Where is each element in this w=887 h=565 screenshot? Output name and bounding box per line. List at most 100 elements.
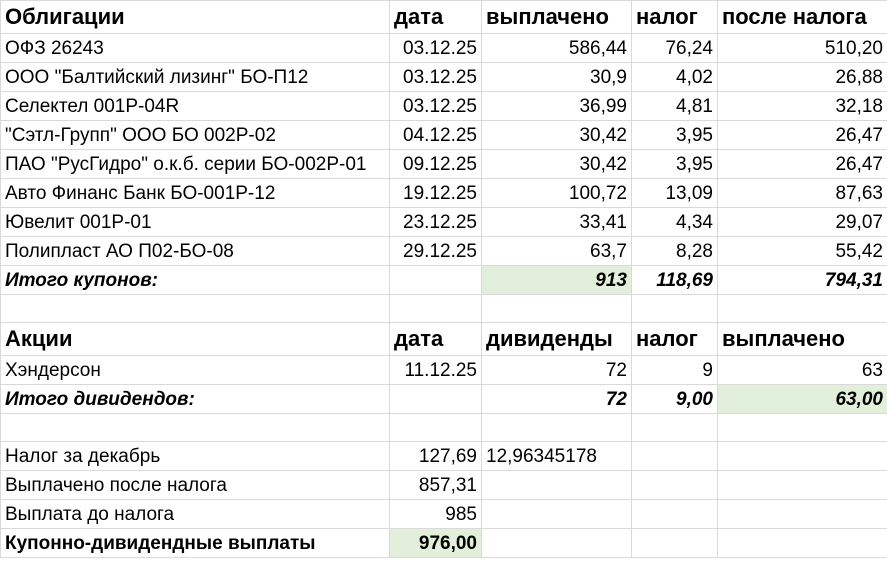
empty-cell[interactable] [631, 499, 718, 529]
bond-paid-cell[interactable]: 33,41 [481, 207, 632, 237]
bond-paid-cell[interactable]: 30,42 [481, 149, 632, 179]
bond-after-tax-cell[interactable]: 26,47 [717, 120, 887, 150]
bond-after-tax-cell[interactable]: 32,18 [717, 91, 887, 121]
bond-tax-cell[interactable]: 8,28 [631, 236, 718, 266]
empty-cell[interactable] [717, 441, 887, 471]
bond-date-cell[interactable]: 03.12.25 [389, 91, 482, 121]
spreadsheet: Облигации дата выплачено налог после нал… [0, 0, 887, 558]
empty-cell[interactable] [631, 294, 718, 323]
bonds-total-label[interactable]: Итого купонов: [0, 265, 390, 295]
empty-cell[interactable] [631, 528, 718, 558]
empty-cell[interactable] [717, 470, 887, 500]
summary-tax-extra[interactable]: 12,96345178 [481, 441, 632, 471]
bond-tax-cell[interactable]: 3,95 [631, 149, 718, 179]
bonds-header-paid[interactable]: выплачено [481, 0, 632, 34]
empty-cell[interactable] [389, 413, 482, 442]
bond-after-tax-cell[interactable]: 87,63 [717, 178, 887, 208]
bonds-total-date-cell[interactable] [389, 265, 482, 295]
bond-name-cell[interactable]: ОФЗ 26243 [0, 33, 390, 63]
summary-after-tax-value[interactable]: 857,31 [389, 470, 482, 500]
summary-tax-value[interactable]: 127,69 [389, 441, 482, 471]
bond-date-cell[interactable]: 09.12.25 [389, 149, 482, 179]
bond-after-tax-cell[interactable]: 26,47 [717, 149, 887, 179]
stocks-total-dividends[interactable]: 72 [481, 384, 632, 414]
bonds-total-after-tax[interactable]: 794,31 [717, 265, 887, 295]
bond-paid-cell[interactable]: 36,99 [481, 91, 632, 121]
summary-total-label[interactable]: Купонно-дивидендные выплаты [0, 528, 390, 558]
bond-paid-cell[interactable]: 30,9 [481, 62, 632, 92]
bond-tax-cell[interactable]: 13,09 [631, 178, 718, 208]
bond-name-cell[interactable]: Полипласт АО П02-БО-08 [0, 236, 390, 266]
bond-paid-cell[interactable]: 63,7 [481, 236, 632, 266]
stocks-header-name[interactable]: Акции [0, 322, 390, 356]
bond-name-cell[interactable]: ООО "Балтийский лизинг" БО-П12 [0, 62, 390, 92]
stock-tax-cell[interactable]: 9 [631, 355, 718, 385]
bond-date-cell[interactable]: 29.12.25 [389, 236, 482, 266]
stocks-total-tax[interactable]: 9,00 [631, 384, 718, 414]
stocks-total-date-cell[interactable] [389, 384, 482, 414]
bond-name-cell[interactable]: ПАО "РусГидро" о.к.б. серии БО-002Р-01 [0, 149, 390, 179]
bond-tax-cell[interactable]: 76,24 [631, 33, 718, 63]
empty-cell[interactable] [481, 413, 632, 442]
bonds-total-row: Итого купонов: 913 118,69 794,31 [0, 265, 887, 295]
bond-after-tax-cell[interactable]: 29,07 [717, 207, 887, 237]
bond-paid-cell[interactable]: 100,72 [481, 178, 632, 208]
stock-name-cell[interactable]: Хэндерсон [0, 355, 390, 385]
summary-tax-label[interactable]: Налог за декабрь [0, 441, 390, 471]
bond-date-cell[interactable]: 23.12.25 [389, 207, 482, 237]
bond-date-cell[interactable]: 04.12.25 [389, 120, 482, 150]
stocks-total-label[interactable]: Итого дивидендов: [0, 384, 390, 414]
bonds-header-after-tax[interactable]: после налога [717, 0, 887, 34]
stocks-header-date[interactable]: дата [389, 322, 482, 356]
stock-paid-cell[interactable]: 63 [717, 355, 887, 385]
bond-name-cell[interactable]: Селектел 001Р-04R [0, 91, 390, 121]
stock-dividends-cell[interactable]: 72 [481, 355, 632, 385]
empty-cell[interactable] [717, 294, 887, 323]
bond-tax-cell[interactable]: 4,02 [631, 62, 718, 92]
stocks-header-tax[interactable]: налог [631, 322, 718, 356]
bonds-header-tax[interactable]: налог [631, 0, 718, 34]
bond-tax-cell[interactable]: 3,95 [631, 120, 718, 150]
empty-cell[interactable] [717, 528, 887, 558]
bond-name-cell[interactable]: Ювелит 001Р-01 [0, 207, 390, 237]
bond-after-tax-cell[interactable]: 510,20 [717, 33, 887, 63]
stocks-header-paid[interactable]: выплачено [717, 322, 887, 356]
stock-date-cell[interactable]: 11.12.25 [389, 355, 482, 385]
empty-cell[interactable] [481, 528, 632, 558]
empty-cell[interactable] [389, 294, 482, 323]
bonds-header-date[interactable]: дата [389, 0, 482, 34]
empty-cell[interactable] [481, 294, 632, 323]
summary-total-value[interactable]: 976,00 [389, 528, 482, 558]
empty-cell[interactable] [631, 441, 718, 471]
stocks-header-row: Акции дата дивиденды налог выплачено [0, 322, 887, 356]
bond-tax-cell[interactable]: 4,81 [631, 91, 718, 121]
bond-name-cell[interactable]: Авто Финанс Банк БО-001Р-12 [0, 178, 390, 208]
bond-name-cell[interactable]: "Сэтл-Групп" ООО БО 002Р-02 [0, 120, 390, 150]
summary-after-tax-label[interactable]: Выплачено после налога [0, 470, 390, 500]
stocks-total-paid[interactable]: 63,00 [717, 384, 887, 414]
summary-before-tax-value[interactable]: 985 [389, 499, 482, 529]
summary-before-tax-label[interactable]: Выплата до налога [0, 499, 390, 529]
empty-cell[interactable] [717, 499, 887, 529]
bonds-header-name[interactable]: Облигации [0, 0, 390, 34]
empty-cell[interactable] [481, 470, 632, 500]
empty-cell[interactable] [717, 413, 887, 442]
empty-cell[interactable] [481, 499, 632, 529]
empty-cell[interactable] [0, 294, 390, 323]
bond-after-tax-cell[interactable]: 26,88 [717, 62, 887, 92]
empty-cell[interactable] [631, 413, 718, 442]
table-row: Полипласт АО П02-БО-08 29.12.25 63,7 8,2… [0, 236, 887, 266]
bond-after-tax-cell[interactable]: 55,42 [717, 236, 887, 266]
bond-date-cell[interactable]: 19.12.25 [389, 178, 482, 208]
bond-date-cell[interactable]: 03.12.25 [389, 33, 482, 63]
table-row: ОФЗ 26243 03.12.25 586,44 76,24 510,20 [0, 33, 887, 63]
empty-cell[interactable] [0, 413, 390, 442]
bond-tax-cell[interactable]: 4,34 [631, 207, 718, 237]
bond-paid-cell[interactable]: 30,42 [481, 120, 632, 150]
empty-cell[interactable] [631, 470, 718, 500]
bonds-total-tax[interactable]: 118,69 [631, 265, 718, 295]
bond-date-cell[interactable]: 03.12.25 [389, 62, 482, 92]
bond-paid-cell[interactable]: 586,44 [481, 33, 632, 63]
bonds-total-paid[interactable]: 913 [481, 265, 632, 295]
stocks-header-dividends[interactable]: дивиденды [481, 322, 632, 356]
